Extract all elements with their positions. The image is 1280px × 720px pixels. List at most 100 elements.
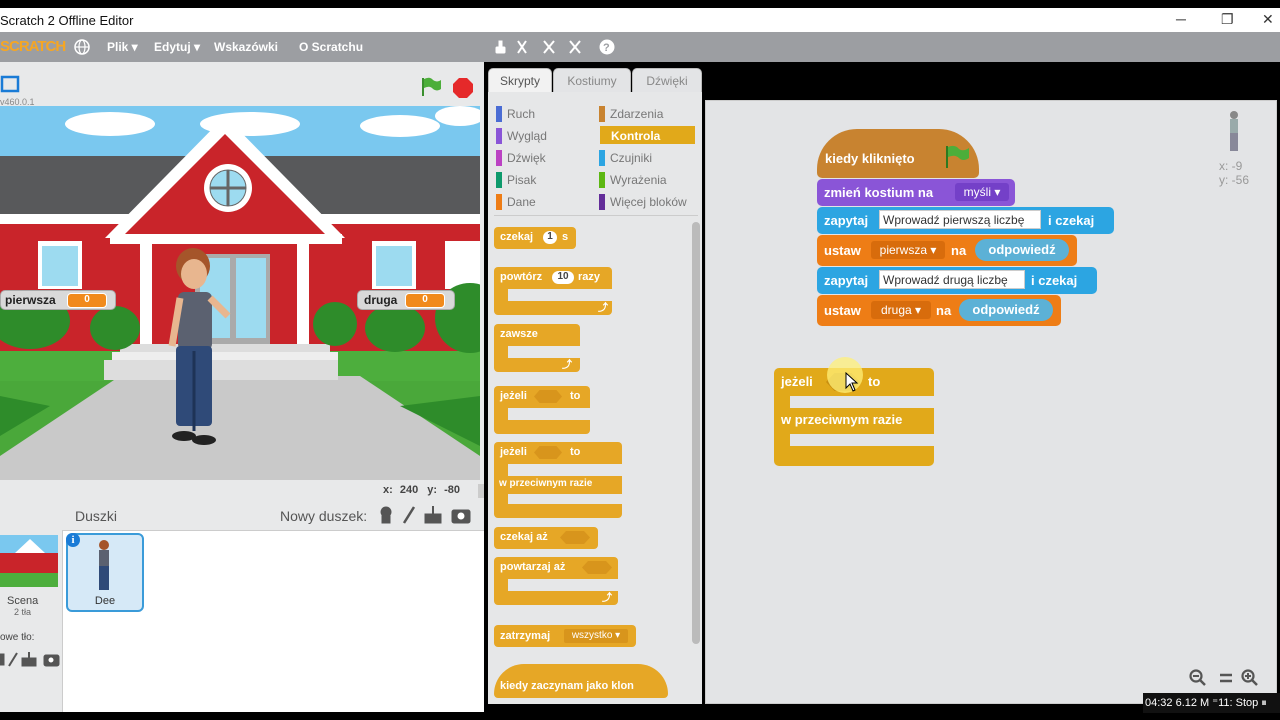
category-list: Ruch Zdarzenia Wygląd Kontrola Dźwięk Cz… [494,102,698,214]
answer-reporter[interactable]: odpowiedź [959,299,1053,321]
category-swatch [496,194,502,210]
block-label: na [951,243,967,258]
category-swatch [496,150,502,166]
block-input[interactable]: 1 [543,231,557,244]
sprite-x-position: x: -9 [1219,159,1243,173]
block-when-clone[interactable]: kiedy zaczynam jako klon [494,664,668,698]
condition-slot[interactable] [534,446,562,459]
palette-scrollbar[interactable] [692,222,700,644]
zoom-reset-icon[interactable] [1217,669,1235,687]
shrink-icon[interactable] [569,40,581,54]
scene-backdrop-count: 2 tła [14,607,32,617]
condition-slot[interactable] [534,390,562,403]
mouse-cursor-icon [845,372,859,392]
block-repeat[interactable]: powtórz 10 razy ⤴ [494,267,612,315]
choose-backdrop-icon[interactable] [0,653,5,666]
info-icon[interactable]: i [66,533,80,547]
block-label: zmień kostium na [824,185,934,200]
block-label: jeżeli [500,446,527,458]
close-button[interactable]: ✕ [1262,11,1274,28]
new-sprite-label: Nowy duszek: [280,508,368,524]
camera-sprite-icon[interactable] [451,509,471,524]
block-forever[interactable]: zawsze ⤴ [494,324,580,372]
category-label: Wygląd [507,129,547,143]
recorder-status-bar: 04:32 6.12 M ⁼11: Stop ⏸ [1143,693,1280,713]
block-mouth [508,494,622,504]
minimize-button[interactable]: ─ [1176,11,1186,27]
sprite-info-thumbnail [1230,111,1238,151]
block-label: w przeciwnym razie [499,478,593,489]
scene-label: Scena [7,595,39,607]
help-icon[interactable]: ? [599,39,615,55]
camera-backdrop-icon[interactable] [43,654,60,667]
block-if[interactable]: jeżeli to [494,386,590,434]
category-label: Zdarzenia [610,107,664,121]
presentation-mode-icon[interactable] [0,74,22,96]
new-backdrop-tools [0,652,60,667]
monitor-druga[interactable]: druga 0 [357,290,455,310]
monitor-pierwsza[interactable]: pierwsza 0 [0,290,116,310]
green-flag-icon[interactable] [419,76,443,98]
y-label: y: [427,484,438,496]
block-mouth [508,408,590,420]
block-wait-until[interactable]: czekaj aż [494,527,598,549]
green-flag-icon [946,145,969,168]
zoom-controls [1189,667,1265,689]
monitor-value: 0 [405,293,445,308]
duplicate-icon[interactable] [495,40,506,54]
paint-backdrop-icon[interactable] [8,652,18,667]
block-stop[interactable]: zatrzymaj wszystko ▾ [494,625,636,647]
block-ask-first[interactable]: zapytaj Wprowadź pierwszą liczbę i czeka… [817,207,1114,234]
globe-icon[interactable] [74,39,90,55]
block-wait[interactable]: czekaj 1 s [494,227,576,249]
grow-icon[interactable] [543,40,555,54]
tab-costumes[interactable]: Kostiumy [553,68,631,93]
variable-dropdown[interactable]: pierwsza ▾ [871,241,945,259]
stop-dropdown[interactable]: wszystko ▾ [564,629,628,643]
block-set-druga[interactable]: ustaw druga ▾ na odpowiedź [817,295,1061,326]
category-swatch [496,128,502,144]
x-value: 240 [399,484,419,496]
menu-file[interactable]: Plik ▾ [107,40,138,54]
block-label: zapytaj [824,213,869,228]
zoom-in-icon[interactable] [1241,669,1259,687]
upload-sprite-icon[interactable] [424,506,442,524]
stage-collapse-handle[interactable] [478,484,484,498]
paint-sprite-icon[interactable] [402,506,416,524]
sprite-y-position: y: -56 [1219,173,1250,187]
scratch-logo[interactable]: SCRATCH [0,36,66,60]
choose-sprite-icon[interactable] [380,506,392,524]
zoom-out-icon[interactable] [1189,669,1207,687]
block-if-else[interactable]: jeżeli to w przeciwnym razie [494,442,622,518]
tab-sounds[interactable]: Dźwięki [632,68,702,93]
block-switch-costume[interactable]: zmień kostium na myśli ▾ [817,179,1015,206]
block-input[interactable]: 10 [552,271,574,284]
recorder-status-text: 04:32 6.12 M ⁼11: Stop ⏸ [1145,697,1267,709]
category-swatch [599,172,605,188]
menu-about[interactable]: O Scratchu [299,40,363,54]
upload-backdrop-icon[interactable] [21,652,37,667]
scene-thumbnail[interactable] [0,535,58,587]
menu-tips[interactable]: Wskazówki [214,40,278,54]
block-label: to [570,390,581,402]
ask-text-input[interactable]: Wprowadź drugą liczbę [879,270,1025,289]
menu-edit[interactable]: Edytuj ▾ [154,40,200,54]
variable-dropdown[interactable]: druga ▾ [871,301,931,319]
block-ask-second[interactable]: zapytaj Wprowadź drugą liczbę i czekaj [817,267,1097,294]
condition-slot[interactable] [582,561,612,574]
hat-block-when-flag-clicked[interactable]: kiedy kliknięto [817,129,979,178]
stop-icon[interactable] [452,77,474,99]
delete-icon[interactable] [517,40,527,54]
ask-text-input[interactable]: Wprowadź pierwszą liczbę [879,210,1041,229]
new-backdrop-label: owe tło: [0,632,35,643]
block-set-pierwsza[interactable]: ustaw pierwsza ▾ na odpowiedź [817,235,1077,266]
tab-scripts[interactable]: Skrypty [488,68,552,93]
block-repeat-until[interactable]: powtarzaj aż ⤴ [494,557,618,605]
answer-reporter[interactable]: odpowiedź [975,239,1069,261]
block-label: na [936,303,952,318]
condition-slot[interactable] [560,531,590,544]
category-control[interactable]: Kontrola [600,126,695,144]
costume-dropdown[interactable]: myśli ▾ [955,183,1009,201]
block-label: to [868,374,881,389]
restore-button[interactable]: ❐ [1221,11,1234,28]
